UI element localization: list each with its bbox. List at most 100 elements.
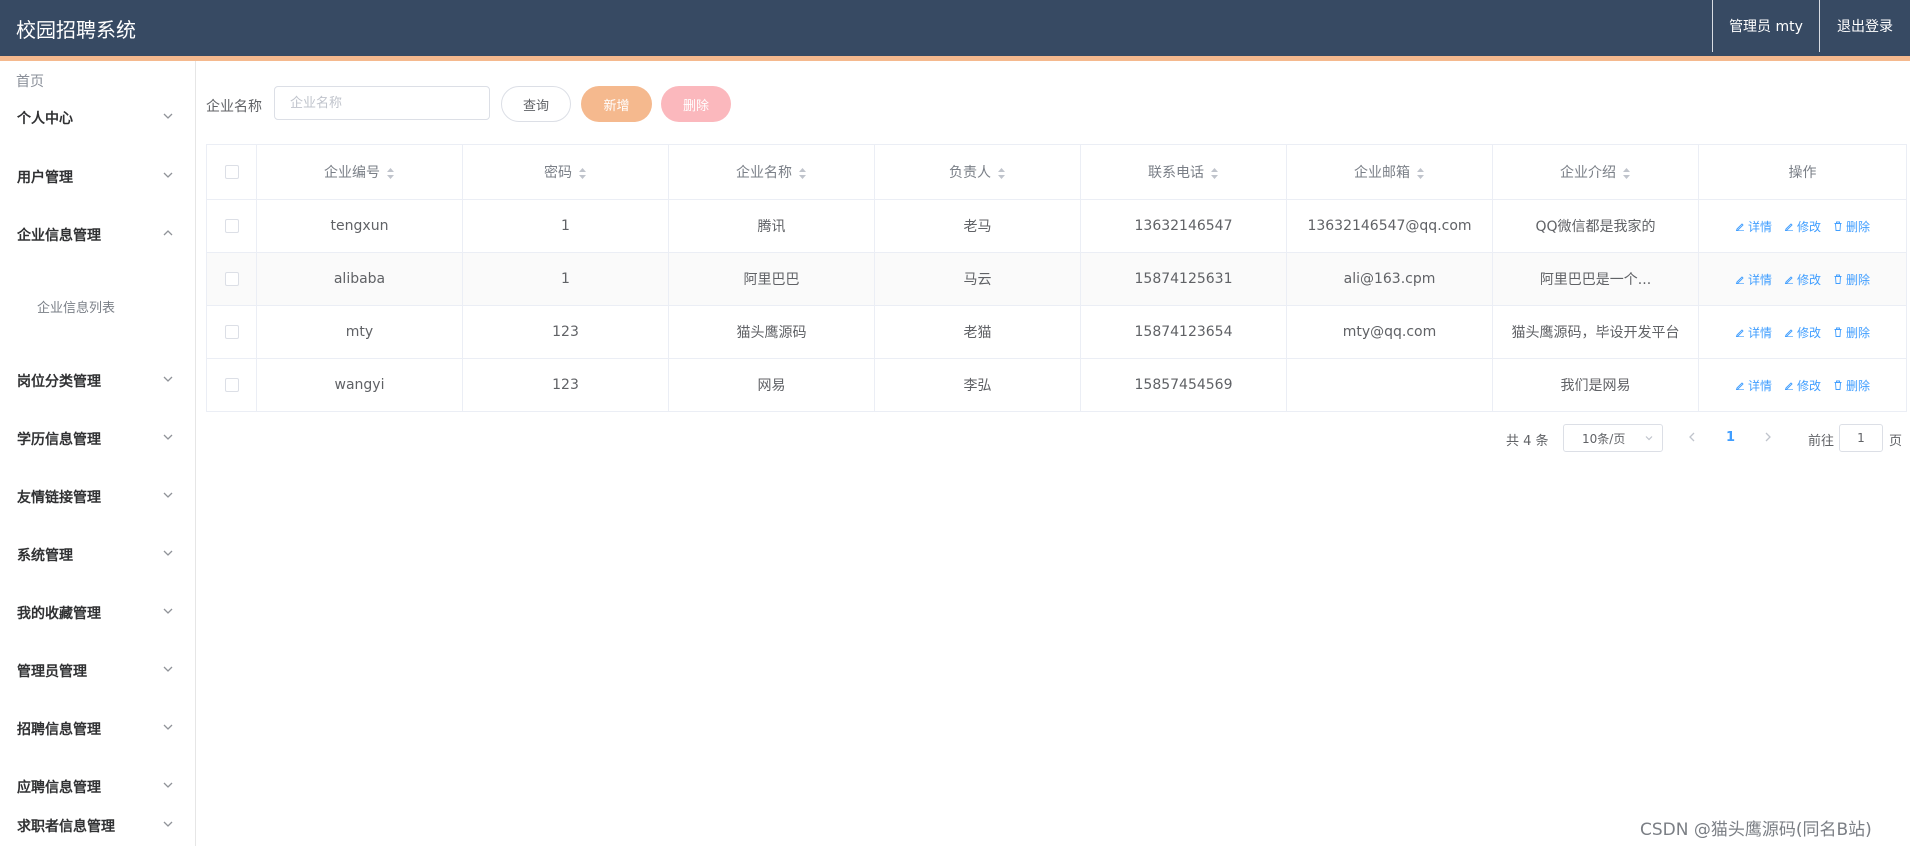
edit-button[interactable]: 修改 (1784, 218, 1821, 235)
column-header-name[interactable]: 企业名称 (668, 144, 875, 200)
column-header-actions: 操作 (1698, 144, 1907, 200)
column-header-label: 企业介绍 (1560, 165, 1616, 181)
sidebar-item-system[interactable]: 系统管理 (0, 535, 195, 575)
edit-label: 修改 (1796, 325, 1821, 340)
column-header-password[interactable]: 密码 (462, 144, 669, 200)
add-button[interactable]: 新增 (581, 86, 652, 122)
chevron-down-icon (163, 113, 173, 119)
cell-intro: 阿里巴巴是一个... (1492, 252, 1699, 306)
cell-intro: 猫头鹰源码，毕设开发平台 (1492, 305, 1699, 359)
chevron-down-icon (163, 492, 173, 498)
detail-button[interactable]: 详情 (1735, 218, 1772, 235)
column-header-label: 企业编号 (324, 165, 380, 181)
company-table: 企业编号 密码 企业名称 负责人 联系电话 企业邮箱 企业介绍 操作 tengx… (206, 144, 1907, 412)
detail-button[interactable]: 详情 (1735, 324, 1772, 341)
logout-button[interactable]: 退出登录 (1819, 0, 1910, 52)
column-header-phone[interactable]: 联系电话 (1080, 144, 1287, 200)
goto-suffix: 页 (1889, 434, 1903, 449)
prev-page-icon[interactable] (1686, 430, 1698, 444)
next-page-icon[interactable] (1762, 430, 1774, 444)
column-header-label: 联系电话 (1148, 165, 1204, 181)
column-header-intro[interactable]: 企业介绍 (1492, 144, 1699, 200)
pagination-total: 共 4 条 (1506, 434, 1549, 449)
cell-password: 123 (462, 305, 669, 359)
cell-intro: 我们是网易 (1492, 358, 1699, 412)
sidebar-item-education[interactable]: 学历信息管理 (0, 419, 195, 459)
sidebar-item-favorites[interactable]: 我的收藏管理 (0, 593, 195, 633)
batch-delete-button[interactable]: 删除 (661, 86, 731, 122)
delete-button[interactable]: 删除 (1833, 377, 1870, 394)
cell-name: 腾讯 (668, 199, 875, 253)
sidebar-item-label: 个人中心 (17, 111, 73, 127)
query-button[interactable]: 查询 (501, 86, 571, 122)
sidebar-item-recruitment[interactable]: 招聘信息管理 (0, 709, 195, 749)
goto-label: 前往 (1808, 434, 1835, 449)
trash-icon (1834, 327, 1842, 337)
delete-button[interactable]: 删除 (1833, 324, 1870, 341)
column-header-label: 企业邮箱 (1354, 165, 1410, 181)
detail-button[interactable]: 详情 (1735, 377, 1772, 394)
search-label: 企业名称 (206, 99, 262, 115)
chevron-down-icon (163, 608, 173, 614)
sidebar-item-label: 岗位分类管理 (17, 374, 101, 390)
cell-phone: 15874123654 (1080, 305, 1287, 359)
sort-icon (387, 167, 394, 179)
edit-icon (1784, 382, 1793, 390)
row-checkbox[interactable] (224, 272, 239, 286)
company-name-search-input[interactable] (274, 86, 490, 120)
row-checkbox[interactable] (224, 378, 239, 392)
sort-icon (1417, 167, 1424, 179)
submenu-item-company-list[interactable]: 企业信息列表 (37, 297, 115, 316)
trash-icon (1834, 274, 1842, 284)
row-checkbox[interactable] (224, 325, 239, 339)
column-header-id[interactable]: 企业编号 (256, 144, 463, 200)
edit-icon (1784, 329, 1793, 337)
row-checkbox[interactable] (224, 219, 239, 233)
sidebar: 首页 个人中心 用户管理 企业信息管理 企业信息列表 岗位分类管理 学历信息管理… (0, 61, 196, 846)
select-all-checkbox[interactable] (224, 165, 239, 179)
edit-button[interactable]: 修改 (1784, 377, 1821, 394)
row-select-cell (206, 252, 257, 306)
column-header-email[interactable]: 企业邮箱 (1286, 144, 1493, 200)
current-user[interactable]: 管理员 mty (1712, 0, 1819, 52)
delete-button[interactable]: 删除 (1833, 218, 1870, 235)
cell-email (1286, 358, 1493, 412)
delete-label: 删除 (1846, 325, 1871, 340)
column-header-contact[interactable]: 负责人 (874, 144, 1081, 200)
cell-phone: 15874125631 (1080, 252, 1287, 306)
header-accent-bar (0, 56, 1910, 61)
sidebar-home-link[interactable]: 首页 (16, 71, 44, 91)
sidebar-item-label: 管理员管理 (17, 664, 87, 680)
column-header-label: 密码 (544, 165, 572, 181)
current-page-number[interactable]: 1 (1726, 430, 1735, 445)
sidebar-item-job-category[interactable]: 岗位分类管理 (0, 361, 195, 401)
sidebar-item-applications[interactable]: 应聘信息管理 (0, 767, 195, 807)
sidebar-item-personal-center[interactable]: 个人中心 (0, 98, 195, 138)
sidebar-item-company-management[interactable]: 企业信息管理 (0, 215, 195, 255)
detail-button[interactable]: 详情 (1735, 271, 1772, 288)
sidebar-item-admin[interactable]: 管理员管理 (0, 651, 195, 691)
edit-label: 修改 (1796, 272, 1821, 287)
header-actions: 管理员 mty 退出登录 (1712, 0, 1910, 52)
edit-button[interactable]: 修改 (1784, 271, 1821, 288)
sidebar-item-friend-links[interactable]: 友情链接管理 (0, 477, 195, 517)
table-row: mty 123 猫头鹰源码 老猫 15874123654 mty@qq.com … (206, 305, 1907, 359)
chevron-down-icon (163, 782, 173, 788)
cell-actions: 详情 修改 删除 (1698, 358, 1907, 412)
goto-page-input[interactable] (1839, 424, 1883, 452)
trash-icon (1834, 380, 1842, 390)
sidebar-item-job-seekers[interactable]: 求职者信息管理 (0, 806, 195, 846)
sidebar-item-user-management[interactable]: 用户管理 (0, 157, 195, 197)
edit-button[interactable]: 修改 (1784, 324, 1821, 341)
detail-label: 详情 (1747, 325, 1772, 340)
cell-contact: 李弘 (874, 358, 1081, 412)
sidebar-item-label: 学历信息管理 (17, 432, 101, 448)
page-size-select[interactable]: 10条/页 (1563, 424, 1663, 452)
cell-id: wangyi (256, 358, 463, 412)
cell-contact: 老猫 (874, 305, 1081, 359)
cell-email: mty@qq.com (1286, 305, 1493, 359)
delete-label: 删除 (1846, 219, 1871, 234)
delete-button[interactable]: 删除 (1833, 271, 1870, 288)
chevron-down-icon (163, 550, 173, 556)
cell-id: alibaba (256, 252, 463, 306)
